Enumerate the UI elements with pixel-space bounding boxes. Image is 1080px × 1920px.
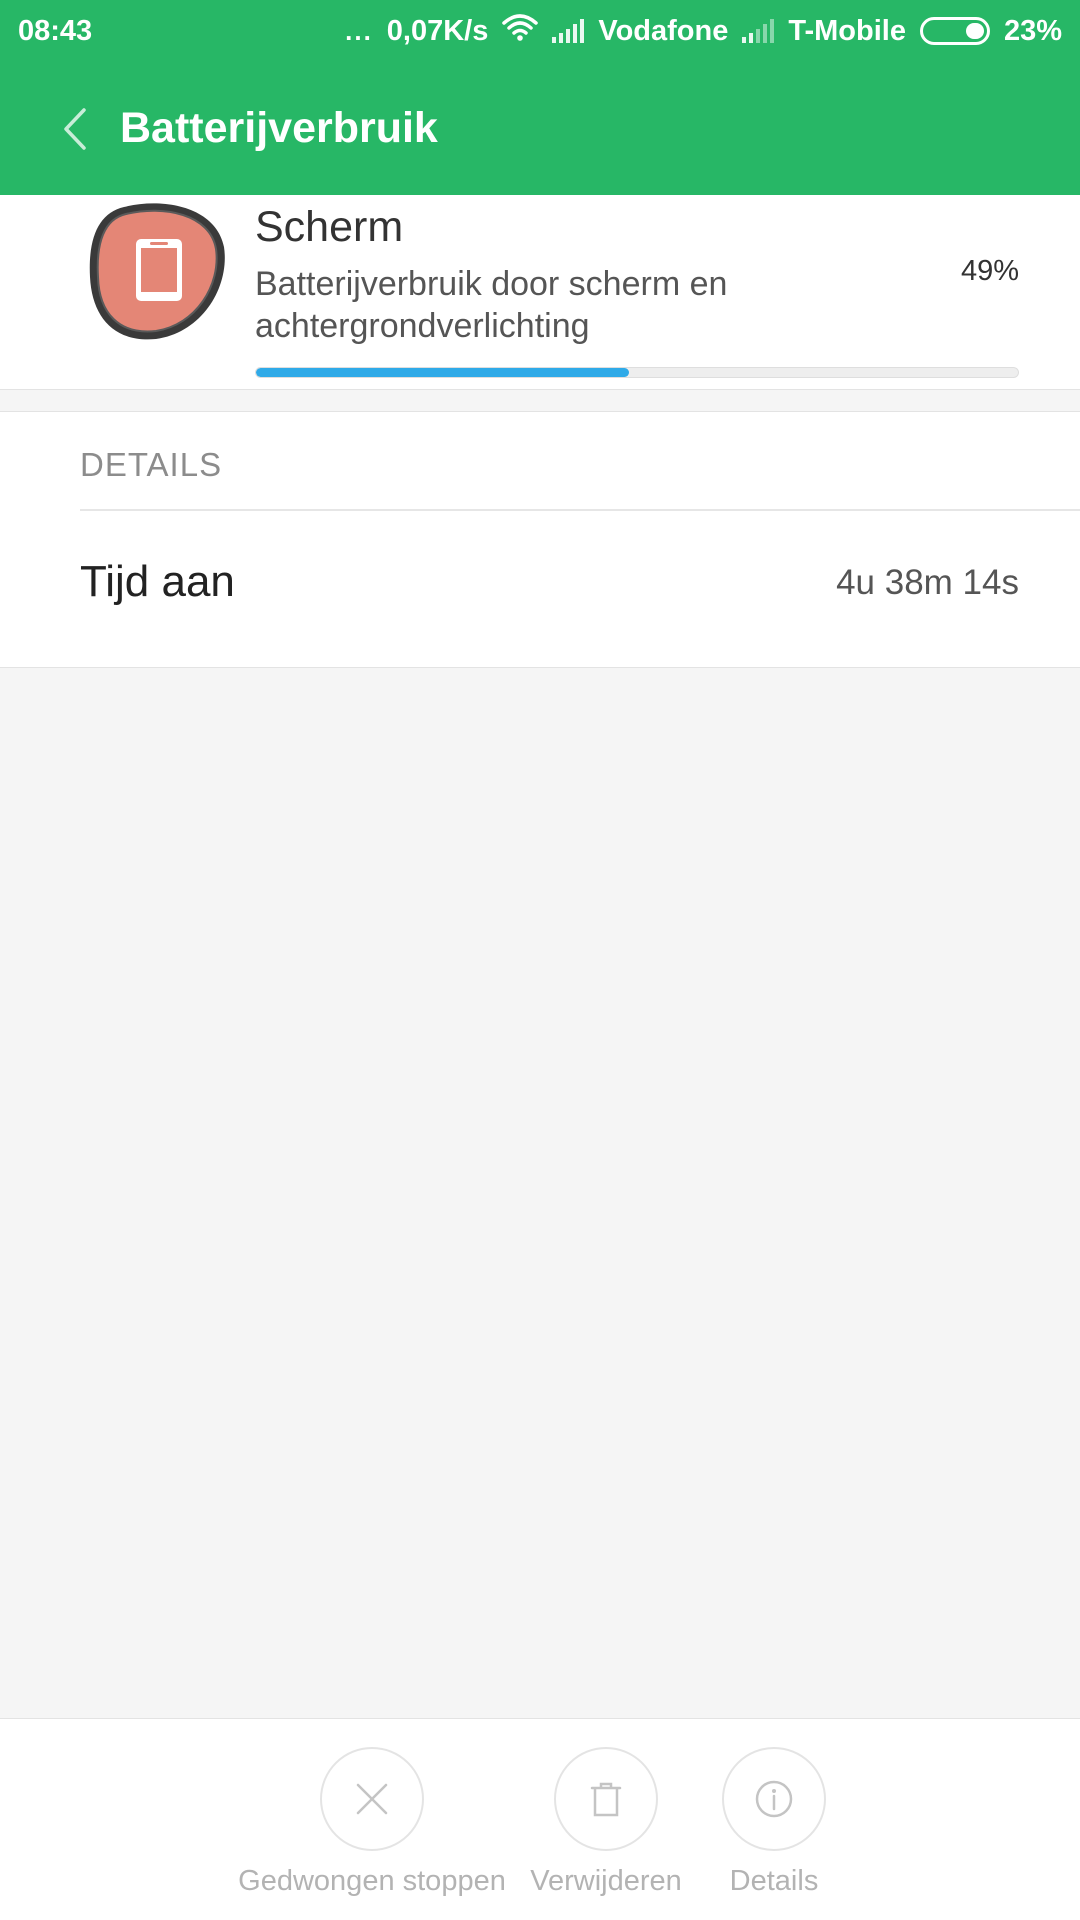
phone-screen-icon [89,203,225,340]
uninstall-label: Verwijderen [530,1865,682,1897]
carrier-tmobile: T-Mobile [788,14,906,47]
detail-row-time-on: Tijd aan 4u 38m 14s [0,512,1080,668]
details-circle [722,1747,826,1851]
details-label: Details [729,1865,819,1897]
title-bar: Batterijverbruik [0,62,1080,195]
app-description: Batterijverbruik door scherm en achtergr… [255,265,728,345]
back-button[interactable] [30,84,120,174]
usage-progress-fill [256,368,630,377]
uninstall-circle [554,1747,658,1851]
usage-percent: 49% [960,255,1019,287]
trash-icon [590,1782,622,1817]
page-title: Batterijverbruik [120,104,438,152]
wifi-icon [502,13,539,49]
close-icon [356,1783,388,1815]
divider [80,509,1080,511]
signal-weak-icon [742,19,775,43]
status-right: ... 0,07K/s Vodafone T-Mobile 23% [345,13,1062,49]
details-section: DETAILS Tijd aan 4u 38m 14s [0,411,1080,668]
app-usage-row: Scherm Batterijverbruik door scherm en a… [0,195,1080,390]
force-stop-label: Gedwongen stoppen [238,1865,506,1897]
details-header: DETAILS [80,446,223,483]
battery-icon [919,17,990,45]
status-time: 08:43 [18,14,93,47]
app-name: Scherm [255,203,404,251]
battery-percent: 23% [1003,14,1062,47]
info-icon [755,1780,793,1818]
detail-label: Tijd aan [80,557,235,606]
action-bar: Gedwongen stoppen Verwijderen Details [0,1718,1080,1920]
details-button[interactable]: Details [714,1719,834,1920]
uninstall-button[interactable]: Verwijderen [526,1719,686,1920]
carrier-vodafone: Vodafone [598,14,729,47]
signal-icon [552,19,585,43]
status-bar: 08:43 ... 0,07K/s Vodafone T-Mobile 23% [0,0,1080,62]
chevron-left-icon [64,107,86,150]
force-stop-circle [320,1747,424,1851]
notification-dots: ... [345,15,373,46]
force-stop-button[interactable]: Gedwongen stoppen [234,1719,510,1920]
usage-progress-bar [255,367,1019,378]
network-speed: 0,07K/s [386,14,489,47]
detail-value: 4u 38m 14s [836,563,1019,602]
